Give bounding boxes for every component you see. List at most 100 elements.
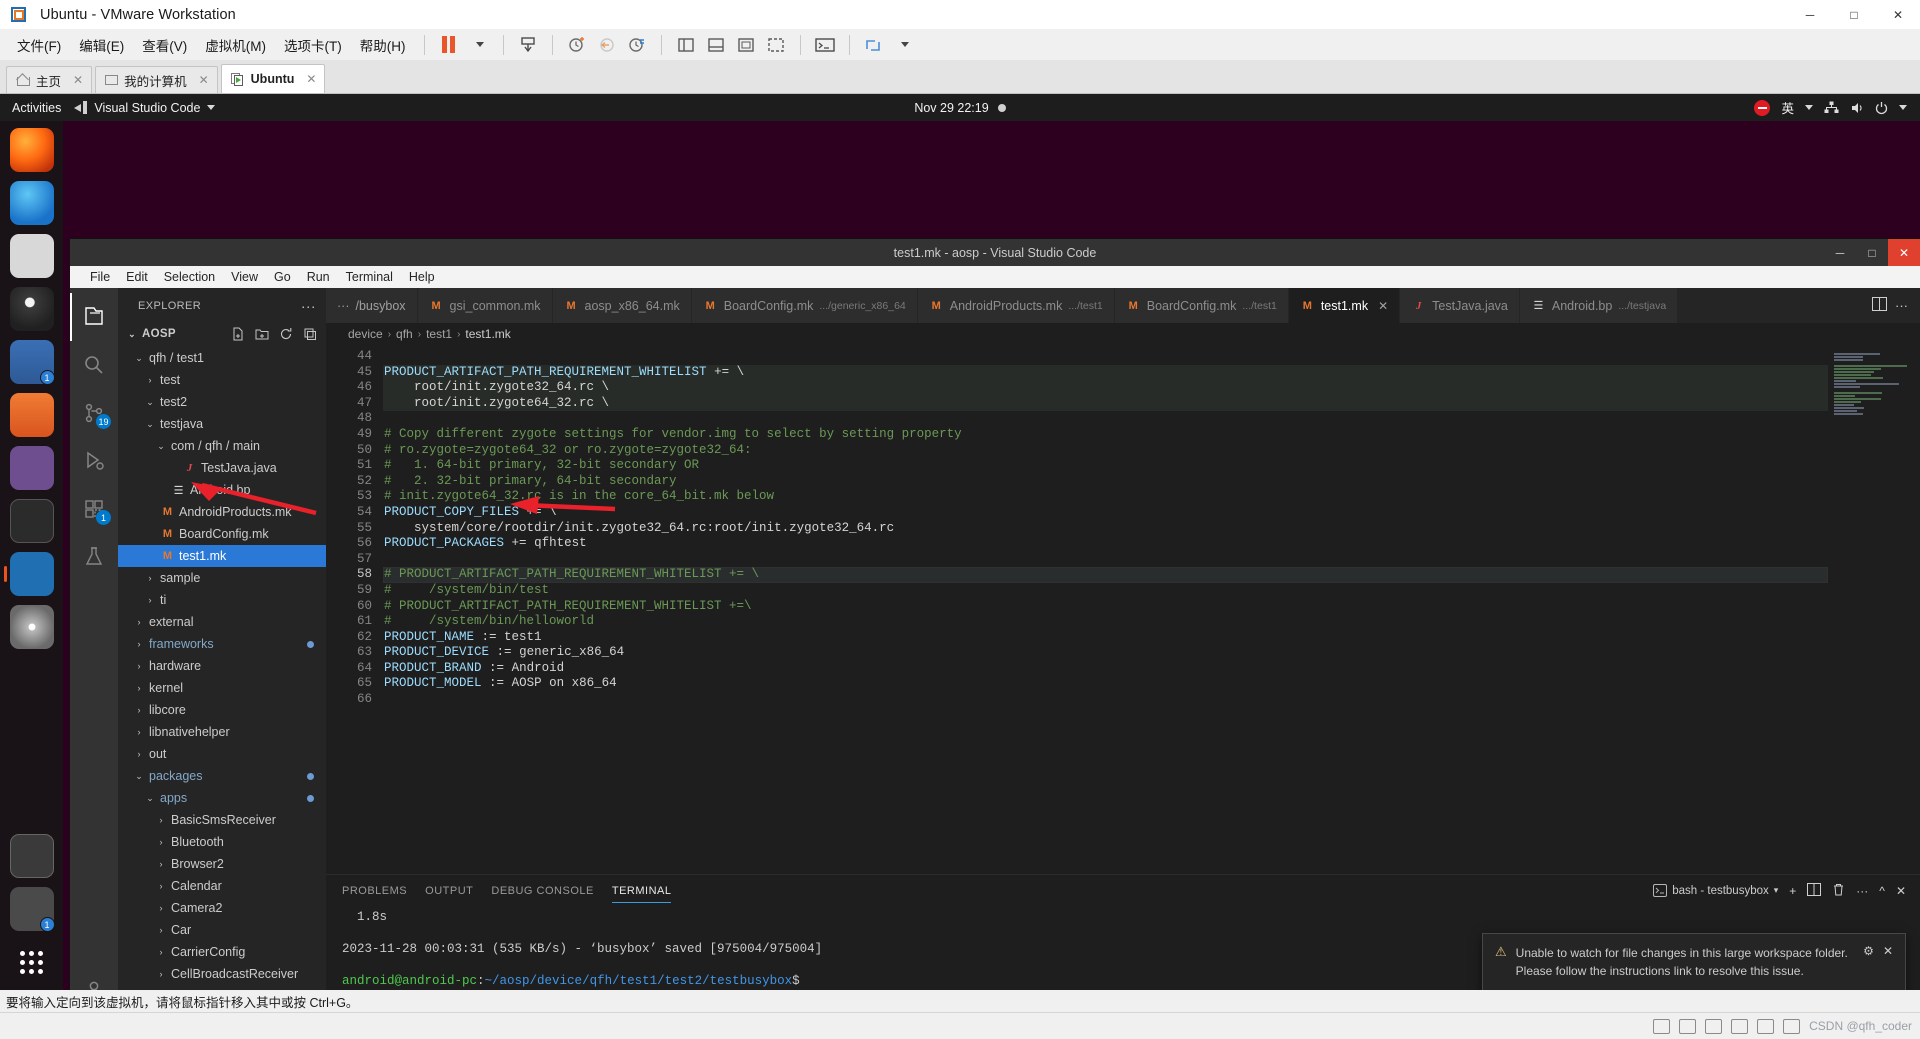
editor-tab[interactable]: M BoardConfig.mk .../test1	[1114, 288, 1289, 323]
explorer-root-folder[interactable]: ⌄ AOSP	[118, 323, 326, 345]
chevron-down-icon[interactable]: ▾	[1774, 885, 1779, 896]
split-terminal-icon[interactable]	[1807, 882, 1822, 899]
menu-file[interactable]: File	[82, 268, 118, 286]
code-line[interactable]: root/init.zygote64_32.rc \	[383, 395, 1828, 412]
vmware-close-button[interactable]: ✕	[1876, 0, 1920, 29]
input-method-indicator[interactable]: 英	[1781, 98, 1794, 117]
printer-icon[interactable]	[1783, 1018, 1801, 1034]
fullscreen-icon[interactable]	[731, 32, 761, 58]
stretch-dropdown-caret-icon[interactable]	[889, 32, 919, 58]
activitybar-item-test-explorer[interactable]	[70, 533, 118, 581]
editor-tab[interactable]: J TestJava.java	[1400, 288, 1520, 323]
console-view-icon[interactable]	[810, 32, 840, 58]
code-line[interactable]: PRODUCT_MODEL := AOSP on x86_64	[383, 676, 1828, 692]
code-line[interactable]: # /system/bin/helloworld	[383, 614, 1828, 630]
tree-item[interactable]: ⌄ apps	[118, 787, 326, 809]
code-line[interactable]: PRODUCT_COPY_FILES += \	[383, 505, 1828, 521]
new-file-icon[interactable]	[228, 325, 248, 343]
code-line[interactable]: # init.zygote64_32.rc is in the core_64_…	[383, 489, 1828, 505]
tree-item[interactable]: ⌄ qfh / test1	[118, 347, 326, 369]
panel-tab-output[interactable]: OUTPUT	[425, 875, 473, 906]
tree-item[interactable]: ⌄ packages	[118, 765, 326, 787]
split-editor-icon[interactable]	[1872, 297, 1887, 314]
network-icon[interactable]	[1824, 101, 1839, 114]
vmware-tab-home[interactable]: 主页 ✕	[6, 66, 93, 93]
tree-item[interactable]: › libnativehelper	[118, 721, 326, 743]
code-line[interactable]: system/core/rootdir/init.zygote32_64.rc:…	[383, 521, 1828, 537]
revert-snapshot-icon[interactable]	[592, 32, 622, 58]
editor-tab[interactable]: Mtest1.mk ✕	[1288, 288, 1401, 323]
kill-terminal-icon[interactable]	[1832, 883, 1845, 899]
code-line[interactable]: root/init.zygote32_64.rc \	[383, 380, 1828, 396]
power-dropdown-caret-icon[interactable]	[464, 32, 494, 58]
sound-card-icon[interactable]	[1757, 1018, 1775, 1034]
code-line[interactable]	[383, 349, 1828, 365]
show-console-icon[interactable]	[701, 32, 731, 58]
dock-item-terminal[interactable]	[9, 499, 54, 543]
vscode-maximize-button[interactable]: □	[1856, 239, 1888, 266]
snapshot-manager-icon[interactable]	[513, 32, 543, 58]
tree-item[interactable]: › Browser2	[118, 853, 326, 875]
dock-item-firefox[interactable]	[9, 128, 54, 172]
vmware-menu-file[interactable]: 文件(F)	[8, 32, 70, 58]
gear-icon[interactable]: ⚙	[1863, 944, 1874, 980]
tree-item[interactable]: ⌄ com / qfh / main	[118, 435, 326, 457]
unity-mode-icon[interactable]	[761, 32, 791, 58]
vscode-minimize-button[interactable]: ─	[1824, 239, 1856, 266]
activitybar-item-accounts[interactable]	[70, 965, 118, 990]
vmware-menu-view[interactable]: 查看(V)	[133, 32, 196, 58]
vmware-menu-vm[interactable]: 虚拟机(M)	[196, 32, 275, 58]
power-icon[interactable]	[1875, 101, 1888, 115]
menu-view[interactable]: View	[223, 268, 266, 286]
hard-disk-icon[interactable]	[1653, 1018, 1671, 1034]
tree-item[interactable]: M AndroidProducts.mk	[118, 501, 326, 523]
suspend-icon[interactable]	[434, 32, 464, 58]
code-line[interactable]: PRODUCT_DEVICE := generic_x86_64	[383, 645, 1828, 661]
activities-button[interactable]: Activities	[0, 101, 74, 115]
dock-item-rhythmbox[interactable]	[9, 287, 54, 331]
usb-icon[interactable]	[1731, 1018, 1749, 1034]
activitybar-item-extensions[interactable]: 1	[70, 485, 118, 533]
terminal-selector[interactable]: bash - testbusybox ▾	[1653, 884, 1778, 897]
panel-tab-problems[interactable]: PROBLEMS	[342, 875, 407, 906]
explorer-file-tree[interactable]: ⌄ qfh / test1 › test ⌄ test2 ⌄ testjava ⌄ com / q…	[118, 345, 326, 990]
close-icon[interactable]: ✕	[1883, 944, 1893, 980]
tree-item[interactable]: › CellBroadcastReceiver	[118, 963, 326, 985]
breadcrumb[interactable]: device › qfh › test1 › test1.mk	[326, 323, 1920, 345]
tree-item[interactable]: › external	[118, 611, 326, 633]
tree-item[interactable]: › test	[118, 369, 326, 391]
take-snapshot-icon[interactable]	[562, 32, 592, 58]
tree-item[interactable]: › hardware	[118, 655, 326, 677]
tree-item[interactable]: ⌄ test2	[118, 391, 326, 413]
tree-item[interactable]: › out	[118, 743, 326, 765]
tab-overflow-icon[interactable]: ···	[337, 299, 350, 313]
dock-item-settings[interactable]: 1	[9, 887, 55, 932]
vmware-maximize-button[interactable]: □	[1832, 0, 1876, 29]
code-line[interactable]: # /system/bin/test	[383, 583, 1828, 599]
tree-item[interactable]: ☰ Android.bp	[118, 479, 326, 501]
close-icon[interactable]: ✕	[73, 73, 83, 87]
close-panel-icon[interactable]: ✕	[1896, 884, 1906, 898]
activitybar-item-run-and-debug[interactable]	[70, 437, 118, 485]
manage-snapshots-icon[interactable]	[622, 32, 652, 58]
editor-minimap[interactable]	[1828, 345, 1920, 874]
menu-edit[interactable]: Edit	[118, 268, 156, 286]
stretch-guest-icon[interactable]	[859, 32, 889, 58]
editor-tab[interactable]: M BoardConfig.mk .../generic_x86_64	[691, 288, 918, 323]
tree-item[interactable]: › kernel	[118, 677, 326, 699]
dock-item-libreoffice-writer[interactable]: 1	[9, 340, 55, 385]
close-icon[interactable]: ✕	[306, 72, 316, 86]
dock-item-dvd-drive[interactable]	[9, 605, 54, 649]
breadcrumb-item[interactable]: test1	[426, 327, 452, 341]
network-adapter-icon[interactable]	[1705, 1018, 1723, 1034]
code-line[interactable]: # 2. 32-bit primary, 64-bit secondary	[383, 474, 1828, 490]
editor-viewport[interactable]: 44 45 46 47 48 49 50 51 52 53 54 55 56 57 58 59 60 61 62 63…	[326, 345, 1920, 874]
editor-tab[interactable]: ··· /busybox	[326, 288, 418, 323]
activitybar-item-search[interactable]	[70, 341, 118, 389]
code-line[interactable]	[383, 552, 1828, 568]
code-line[interactable]	[383, 692, 1828, 708]
breadcrumb-item-file[interactable]: test1.mk	[465, 327, 510, 341]
editor-more-actions-icon[interactable]: ···	[1895, 298, 1908, 313]
tree-item[interactable]: › Calendar	[118, 875, 326, 897]
new-folder-icon[interactable]	[252, 325, 272, 343]
